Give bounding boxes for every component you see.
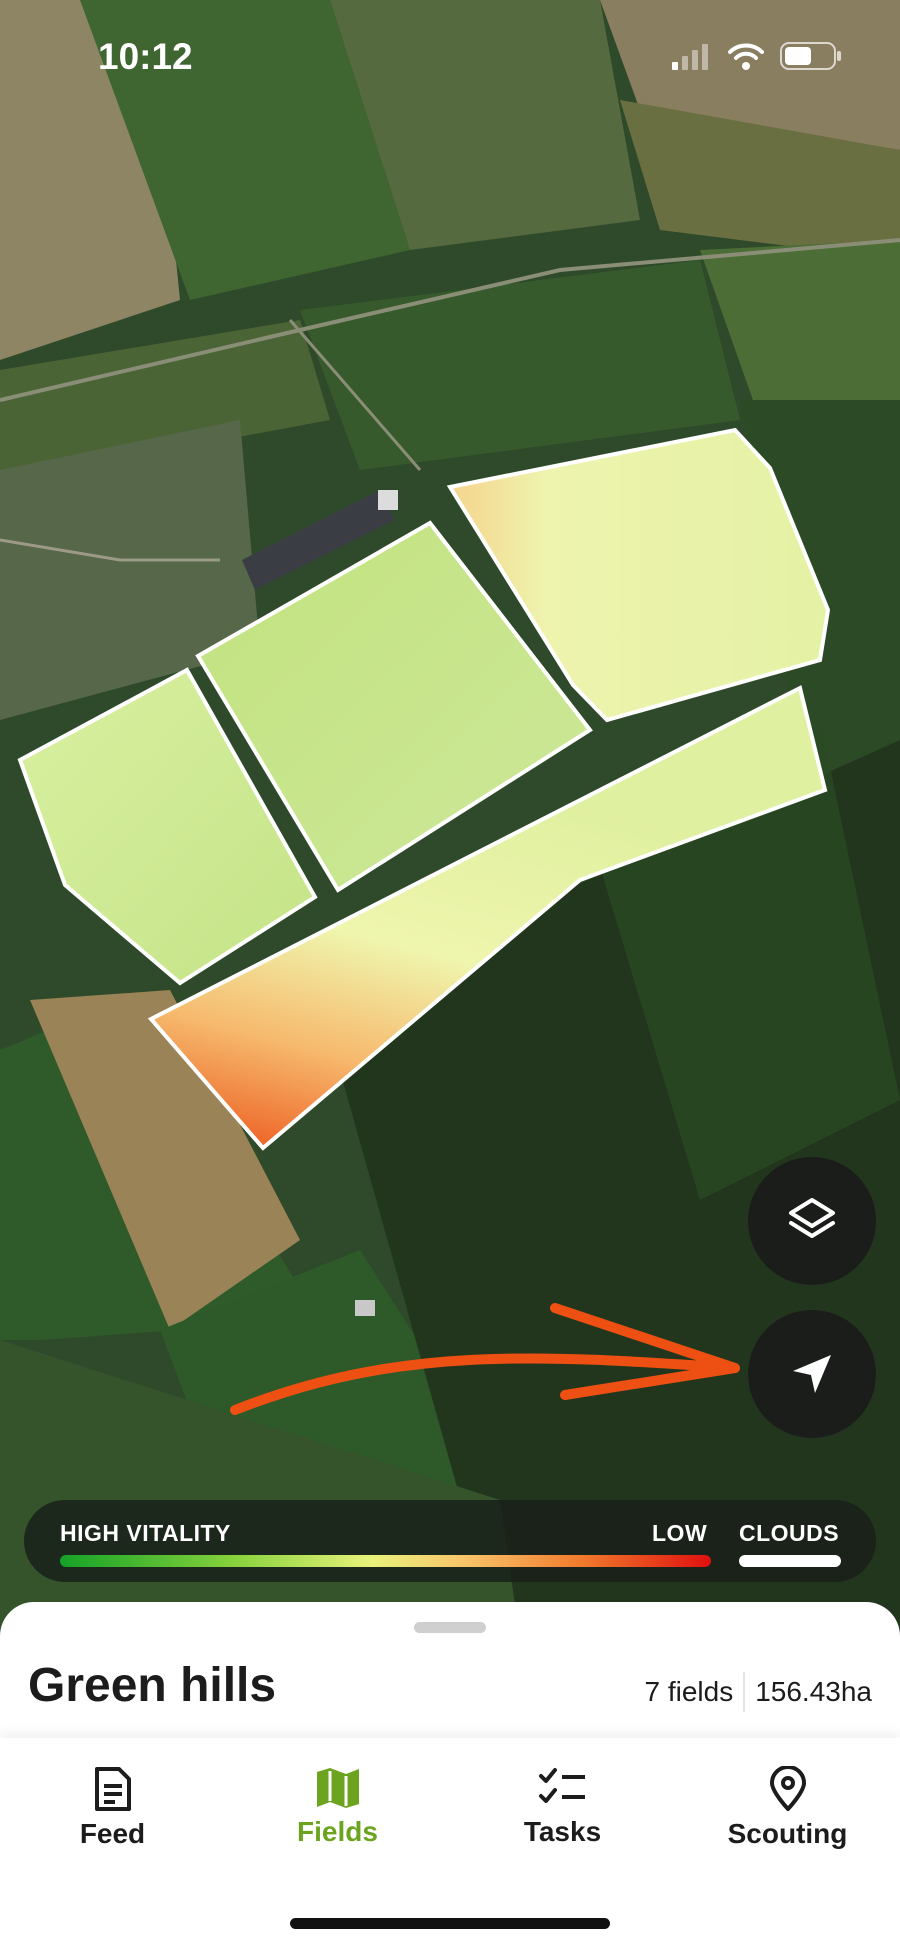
- status-time: 10:12: [98, 36, 193, 77]
- tab-fields-label: Fields: [297, 1816, 378, 1847]
- my-location-button[interactable]: [748, 1310, 876, 1438]
- farm-area: 156.43ha: [755, 1676, 872, 1707]
- tab-feed[interactable]: Feed: [0, 1766, 225, 1850]
- clouds-bar: [739, 1555, 841, 1567]
- stats-divider: [743, 1672, 746, 1712]
- fields-count: 7 fields: [644, 1676, 734, 1707]
- farm-stats: 7 fields 156.43ha: [644, 1672, 872, 1712]
- tab-feed-label: Feed: [79, 1818, 146, 1849]
- layers-icon: [789, 1198, 835, 1238]
- home-indicator: [290, 1918, 610, 1929]
- map-icon: [316, 1768, 359, 1808]
- tab-fields[interactable]: Fields: [225, 1766, 450, 1848]
- battery-icon: [780, 42, 841, 70]
- map-layers-button[interactable]: [748, 1157, 876, 1285]
- sheet-drag-handle[interactable]: [414, 1622, 486, 1633]
- tab-scouting[interactable]: Scouting: [675, 1766, 900, 1850]
- cellular-signal-icon: [672, 44, 708, 70]
- vitality-gradient-bar: [60, 1555, 711, 1567]
- wifi-icon: [728, 43, 764, 70]
- legend-low-label: LOW: [652, 1520, 708, 1546]
- legend-clouds-label: CLOUDS: [739, 1520, 840, 1546]
- status-icons: [672, 42, 842, 70]
- document-icon: [94, 1767, 131, 1811]
- farm-name: Green hills: [28, 1659, 277, 1712]
- vitality-legend: HIGH VITALITY LOW CLOUDS: [24, 1500, 876, 1582]
- legend-high-label: HIGH VITALITY: [60, 1520, 231, 1546]
- status-bar: 10:12: [0, 0, 900, 120]
- tab-tasks[interactable]: Tasks: [450, 1766, 675, 1848]
- tab-tasks-label: Tasks: [523, 1816, 602, 1847]
- location-pin-icon: [769, 1766, 806, 1811]
- checklist-icon: [538, 1768, 585, 1803]
- navigation-arrow-icon: [793, 1355, 831, 1393]
- tab-scouting-label: Scouting: [727, 1818, 848, 1849]
